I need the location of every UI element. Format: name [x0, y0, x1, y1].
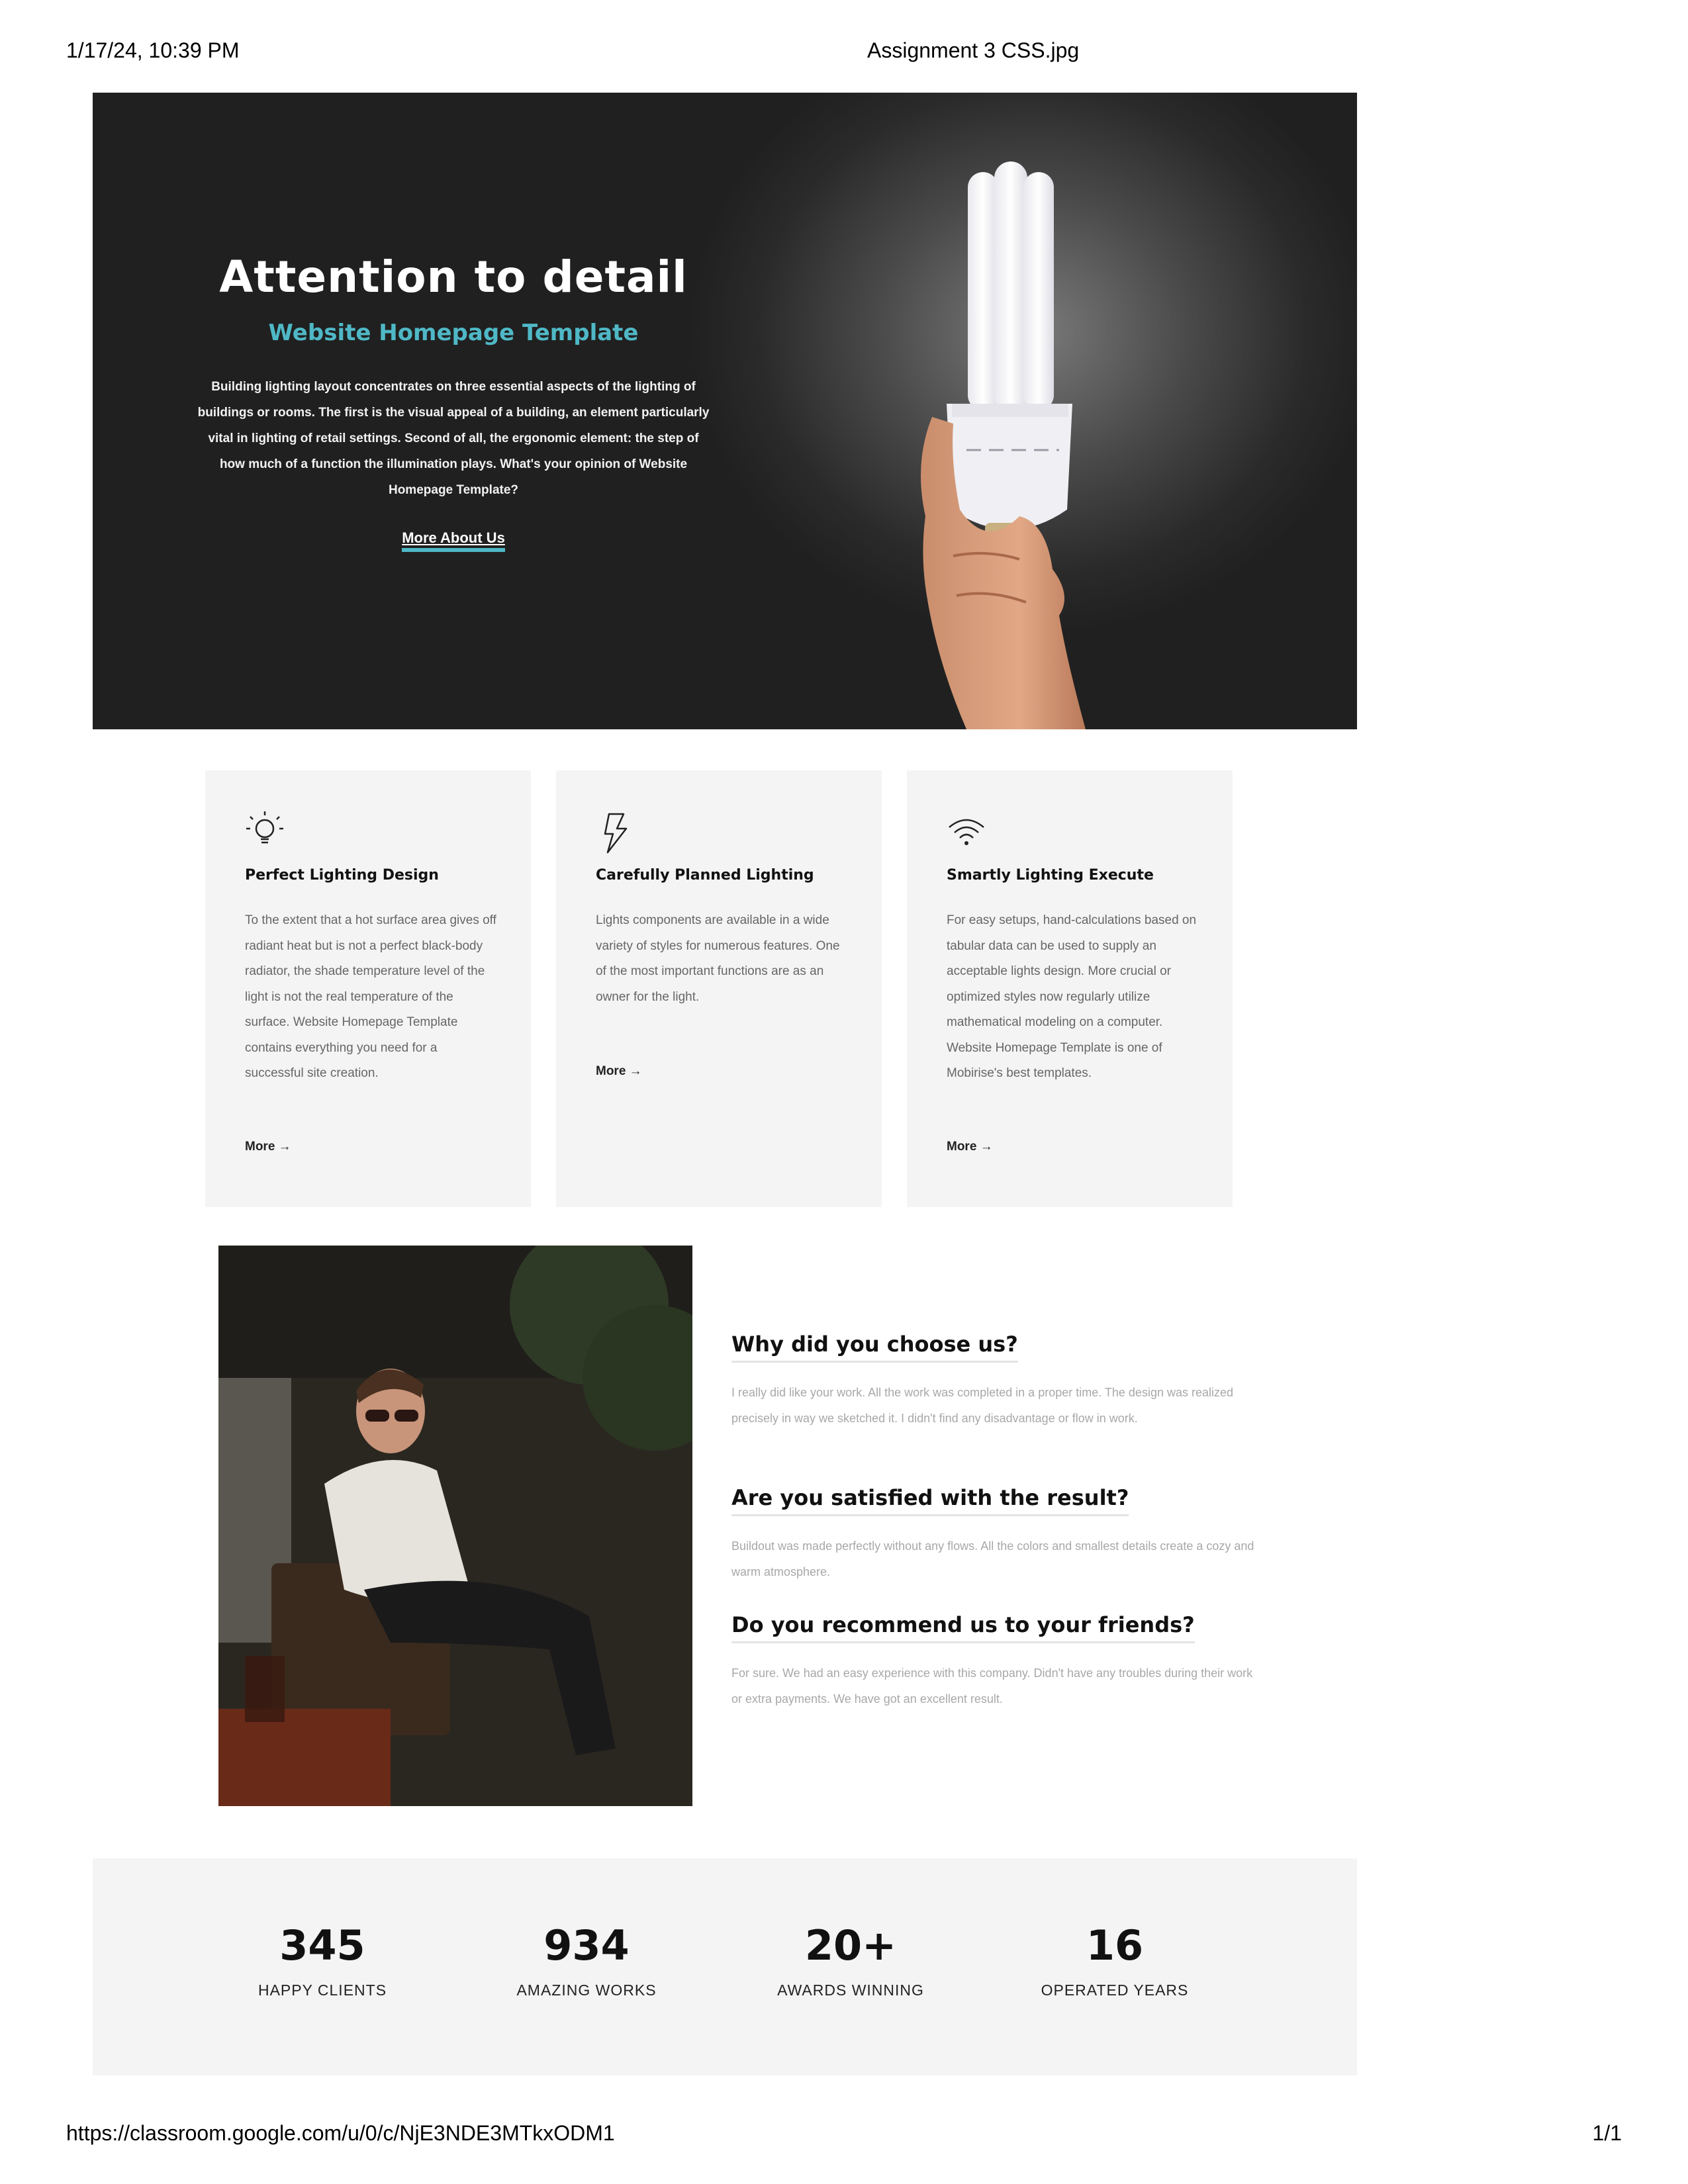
hero-subtitle: Website Homepage Template: [268, 320, 639, 346]
feature-more-link[interactable]: More →: [596, 1064, 642, 1079]
faq-item: Are you satisfied with the result? Build…: [731, 1485, 1261, 1584]
stat-label: AWARDS WINNING: [777, 1981, 924, 1999]
hero-description: Building lighting layout concentrates on…: [197, 380, 710, 497]
feature-title: Smartly Lighting Execute: [947, 867, 1154, 884]
stat-amazing-works: 934 AMAZING WORKS: [481, 1922, 692, 1999]
hero-title: Attention to detail: [219, 251, 688, 302]
print-footer: https://classroom.google.com/u/0/c/NjE3N…: [0, 2121, 1688, 2161]
faq-item: Why did you choose us? I really did like…: [731, 1332, 1261, 1431]
faq-question: Why did you choose us?: [731, 1332, 1018, 1363]
lightning-icon: [604, 813, 628, 854]
faq-item: Do you recommend us to your friends? For…: [731, 1612, 1261, 1711]
feature-card-perfect-lighting: Perfect Lighting Design To the extent th…: [205, 770, 531, 1207]
faq-answer: For sure. We had an easy experience with…: [731, 1666, 1253, 1706]
print-header: 1/17/24, 10:39 PM Assignment 3 CSS.jpg: [0, 38, 1688, 78]
feature-card-carefully-planned: Carefully Planned Lighting Lights compon…: [556, 770, 882, 1207]
feature-title: Perfect Lighting Design: [245, 867, 439, 884]
more-about-us-link[interactable]: More About Us: [402, 529, 505, 552]
faq-answer: I really did like your work. All the wor…: [731, 1386, 1234, 1425]
stat-number: 20+: [804, 1921, 897, 1970]
stat-happy-clients: 345 HAPPY CLIENTS: [216, 1922, 428, 1999]
wifi-icon: [949, 819, 984, 845]
print-filename: Assignment 3 CSS.jpg: [867, 38, 1080, 62]
feature-description: For easy setups, hand-calculations based…: [947, 913, 1197, 1080]
faq-question: Do you recommend us to your friends?: [731, 1612, 1195, 1643]
print-url: https://classroom.google.com/u/0/c/NjE3N…: [66, 2121, 615, 2145]
stat-awards-winning: 20+ AWARDS WINNING: [745, 1922, 957, 1999]
hand-holding-bulb-image: [920, 161, 1086, 729]
print-datetime: 1/17/24, 10:39 PM: [66, 38, 240, 62]
stats-section: 345 HAPPY CLIENTS 934 AMAZING WORKS 20+ …: [93, 1858, 1357, 2075]
stat-label: AMAZING WORKS: [516, 1981, 657, 1999]
feature-card-smartly-lighting: Smartly Lighting Execute For easy setups…: [907, 770, 1233, 1207]
feature-title: Carefully Planned Lighting: [596, 867, 814, 884]
stat-number: 16: [1086, 1921, 1144, 1970]
stat-number: 934: [543, 1921, 630, 1970]
feature-description: Lights components are available in a wid…: [596, 913, 840, 1004]
stat-number: 345: [279, 1921, 365, 1970]
hero-text-block: Attention to detail Website Homepage Tem…: [185, 251, 722, 552]
faq-question: Are you satisfied with the result?: [731, 1485, 1129, 1516]
feature-more-link[interactable]: More →: [245, 1140, 291, 1154]
stat-label: OPERATED YEARS: [1041, 1981, 1189, 1999]
man-sitting-photo: [218, 1246, 692, 1806]
stat-operated-years: 16 OPERATED YEARS: [1009, 1922, 1221, 1999]
faq-answer: Buildout was made perfectly without any …: [731, 1539, 1254, 1578]
stat-label: HAPPY CLIENTS: [258, 1981, 387, 1999]
print-page-number: 1/1: [1592, 2121, 1622, 2145]
bulb-icon: [246, 811, 283, 844]
feature-more-link[interactable]: More →: [947, 1140, 993, 1154]
hero-section: Attention to detail Website Homepage Tem…: [93, 93, 1357, 729]
feature-description: To the extent that a hot surface area gi…: [245, 913, 496, 1080]
